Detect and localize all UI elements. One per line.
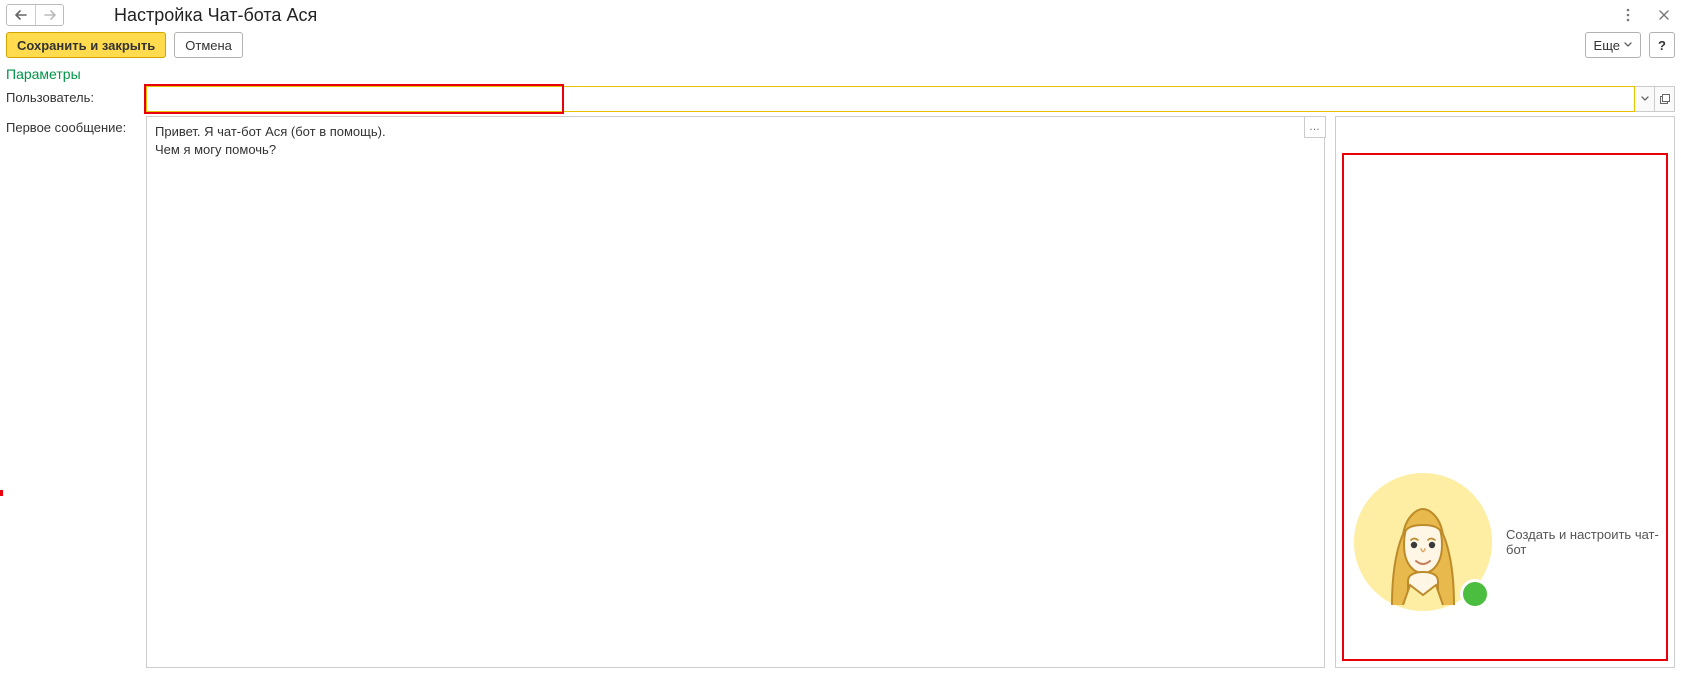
edge-marker bbox=[0, 490, 3, 496]
save-and-close-label: Сохранить и закрыть bbox=[17, 38, 155, 53]
toolbar: Сохранить и закрыть Отмена Еще ? bbox=[0, 32, 1681, 66]
help-button[interactable]: ? bbox=[1649, 32, 1675, 58]
kebab-menu-button[interactable] bbox=[1617, 4, 1639, 26]
cancel-button[interactable]: Отмена bbox=[174, 32, 243, 58]
close-icon bbox=[1658, 9, 1670, 21]
section-parameters-title: Параметры bbox=[0, 66, 1681, 86]
more-button[interactable]: Еще bbox=[1585, 32, 1641, 58]
ellipsis-icon: … bbox=[1309, 121, 1321, 133]
first-message-label: Первое сообщение: bbox=[6, 116, 146, 135]
help-label: ? bbox=[1658, 38, 1666, 53]
user-label: Пользователь: bbox=[6, 86, 146, 105]
user-field-wrap bbox=[146, 86, 1675, 112]
back-button[interactable] bbox=[7, 5, 35, 25]
titlebar: Настройка Чат-бота Ася bbox=[0, 0, 1681, 32]
avatar-caption: Создать и настроить чат-бот bbox=[1506, 527, 1666, 557]
user-row: Пользователь: bbox=[0, 86, 1681, 116]
kebab-icon bbox=[1626, 8, 1630, 22]
user-input[interactable] bbox=[146, 86, 1635, 112]
preview-panel: Создать и настроить чат-бот bbox=[1335, 116, 1675, 668]
cancel-label: Отмена bbox=[185, 38, 232, 53]
main-area: Первое сообщение: … bbox=[0, 116, 1681, 674]
nav-button-group bbox=[6, 4, 64, 26]
avatar-block: Создать и настроить чат-бот bbox=[1354, 473, 1666, 611]
user-open-button[interactable] bbox=[1655, 86, 1675, 112]
user-dropdown-button[interactable] bbox=[1635, 86, 1655, 112]
window-title: Настройка Чат-бота Ася bbox=[114, 5, 317, 26]
first-message-expand-button[interactable]: … bbox=[1304, 116, 1326, 138]
avatar bbox=[1354, 473, 1492, 611]
open-external-icon bbox=[1659, 93, 1671, 105]
save-and-close-button[interactable]: Сохранить и закрыть bbox=[6, 32, 166, 58]
first-message-column: Первое сообщение: … bbox=[6, 116, 1325, 668]
arrow-left-icon bbox=[15, 10, 27, 20]
arrow-right-icon bbox=[44, 10, 56, 20]
forward-button[interactable] bbox=[35, 5, 63, 25]
close-window-button[interactable] bbox=[1653, 4, 1675, 26]
more-label: Еще bbox=[1594, 38, 1620, 53]
chevron-down-icon bbox=[1641, 96, 1649, 102]
first-message-textarea[interactable] bbox=[146, 116, 1325, 668]
chevron-down-icon bbox=[1624, 42, 1632, 48]
status-indicator bbox=[1460, 579, 1490, 609]
